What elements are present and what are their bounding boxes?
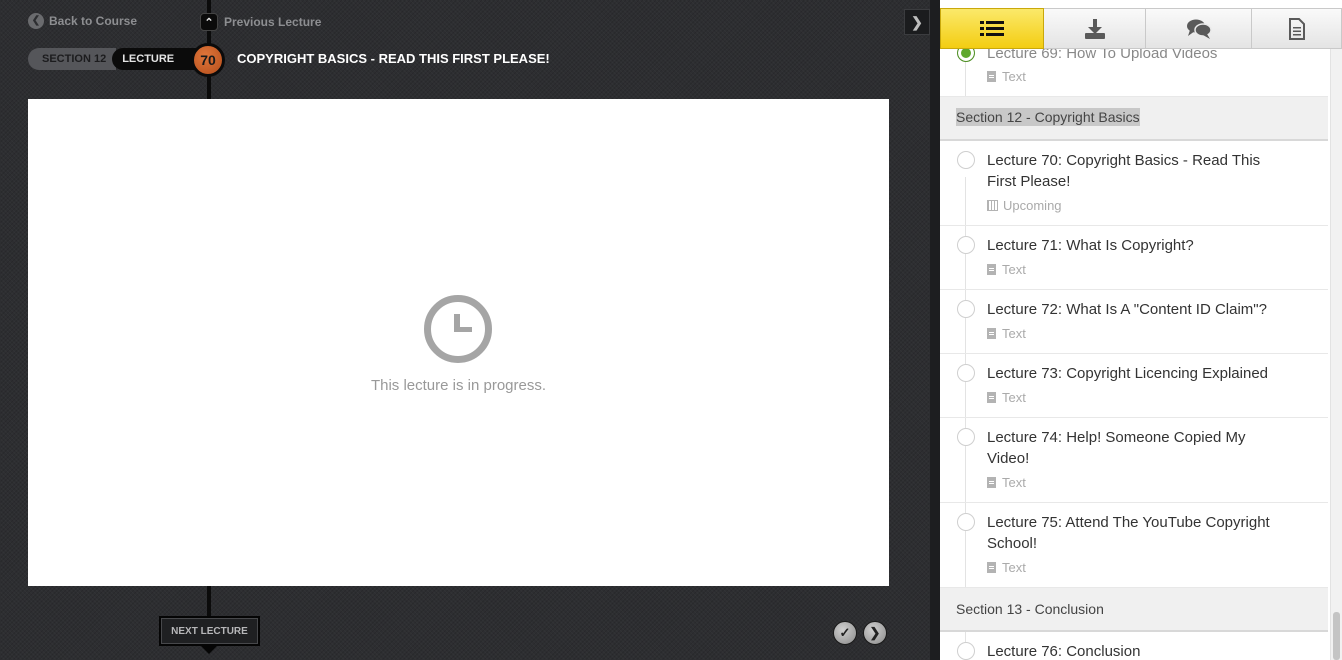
chevron-right-icon: ❯ bbox=[869, 625, 881, 640]
sidebar-scrollbar[interactable] bbox=[1330, 49, 1342, 660]
chevron-left-icon: ❮ bbox=[28, 13, 44, 29]
next-arrow-button[interactable]: ❯ bbox=[863, 621, 887, 645]
lecture-item-title: Lecture 75: Attend The YouTube Copyright… bbox=[987, 514, 1270, 552]
curriculum-sidebar: Lecture 69: How To Upload Videos Text Se… bbox=[940, 0, 1342, 660]
tab-downloads[interactable] bbox=[1044, 8, 1146, 49]
section-badge: SECTION 12 bbox=[28, 48, 117, 70]
timeline-line-bottom bbox=[207, 586, 211, 616]
lecture-item-meta: Text bbox=[987, 390, 1026, 405]
lecture-title: COPYRIGHT BASICS - READ THIS FIRST PLEAS… bbox=[237, 51, 550, 66]
section-header-12: Section 12 - Copyright Basics bbox=[940, 97, 1328, 141]
list-item[interactable]: Lecture 73: Copyright Licencing Explaine… bbox=[940, 354, 1328, 418]
section-title: Section 13 - Conclusion bbox=[956, 601, 1104, 617]
lecture-item-meta: Text bbox=[987, 560, 1026, 575]
sidebar-gutter bbox=[930, 0, 940, 660]
status-dot-icon bbox=[957, 642, 975, 660]
lecture-item-meta: Text bbox=[987, 69, 1026, 84]
lecture-item-title: Lecture 74: Help! Someone Copied My Vide… bbox=[987, 429, 1246, 467]
list-item[interactable]: Lecture 72: What Is A "Content ID Claim"… bbox=[940, 290, 1328, 354]
lecture-item-title: Lecture 73: Copyright Licencing Explaine… bbox=[987, 365, 1269, 382]
scrollbar-thumb[interactable] bbox=[1333, 612, 1340, 660]
lecture-number-badge: 70 bbox=[191, 43, 225, 77]
lecture-content-panel: This lecture is in progress. bbox=[28, 99, 889, 586]
previous-lecture-link[interactable]: ⌃ Previous Lecture bbox=[200, 13, 321, 31]
sidebar-tabs bbox=[940, 8, 1342, 49]
comments-icon bbox=[1186, 19, 1212, 39]
lecture-item-title: Lecture 70: Copyright Basics - Read This… bbox=[987, 152, 1261, 190]
list-icon bbox=[980, 20, 1004, 36]
list-item[interactable]: Lecture 69: How To Upload Videos Text bbox=[940, 41, 1328, 97]
list-item[interactable]: Lecture 70: Copyright Basics - Read This… bbox=[940, 141, 1328, 226]
lecture-breadcrumb: SECTION 12 LECTURE bbox=[28, 48, 205, 70]
back-to-course-link[interactable]: ❮ Back to Course bbox=[28, 13, 137, 29]
back-to-course-label: Back to Course bbox=[49, 14, 138, 28]
tab-discussions[interactable] bbox=[1146, 8, 1252, 49]
list-item[interactable]: Lecture 74: Help! Someone Copied My Vide… bbox=[940, 418, 1328, 503]
lecture-status-text: This lecture is in progress. bbox=[370, 377, 547, 394]
lecture-item-title: Lecture 71: What Is Copyright? bbox=[987, 237, 1194, 254]
document-icon bbox=[987, 477, 996, 488]
clock-icon bbox=[424, 295, 492, 363]
previous-lecture-label: Previous Lecture bbox=[224, 15, 322, 29]
status-dot-icon bbox=[957, 428, 975, 446]
document-icon bbox=[987, 71, 996, 82]
chevron-right-icon: ❯ bbox=[911, 13, 923, 30]
document-icon bbox=[987, 392, 996, 403]
player-area: ❮ Back to Course ⌃ Previous Lecture SECT… bbox=[0, 0, 930, 660]
lecture-item-meta: Upcoming bbox=[987, 198, 1062, 213]
status-dot-icon bbox=[957, 151, 975, 169]
status-dot-icon bbox=[957, 236, 975, 254]
curriculum-list: Lecture 69: How To Upload Videos Text Se… bbox=[940, 41, 1328, 660]
lecture-item-title: Lecture 72: What Is A "Content ID Claim"… bbox=[987, 301, 1267, 318]
tab-notes[interactable] bbox=[1252, 8, 1342, 49]
tab-curriculum[interactable] bbox=[940, 8, 1044, 49]
notes-icon bbox=[1288, 17, 1305, 40]
document-icon bbox=[987, 328, 996, 339]
status-dot-icon bbox=[957, 364, 975, 382]
lecture-item-title: Lecture 76: Conclusion bbox=[987, 643, 1141, 660]
download-icon bbox=[1084, 18, 1105, 39]
chevron-up-icon: ⌃ bbox=[200, 13, 218, 31]
section-header-13: Section 13 - Conclusion bbox=[940, 588, 1328, 632]
document-icon bbox=[987, 264, 996, 275]
mark-complete-button[interactable]: ✓ bbox=[833, 621, 857, 645]
lecture-item-meta: Text bbox=[987, 475, 1026, 490]
list-item[interactable]: Lecture 71: What Is Copyright? Text bbox=[940, 226, 1328, 290]
timeline-line-mid bbox=[207, 76, 211, 99]
checkmark-icon: ✓ bbox=[839, 625, 851, 640]
collapse-sidebar-button[interactable]: ❯ bbox=[904, 9, 930, 35]
next-lecture-pointer bbox=[201, 646, 217, 654]
document-icon bbox=[987, 562, 996, 573]
lecture-item-meta: Text bbox=[987, 326, 1026, 341]
section-title: Section 12 - Copyright Basics bbox=[956, 108, 1140, 126]
list-item[interactable]: Lecture 76: Conclusion bbox=[940, 632, 1328, 660]
lecture-item-meta: Text bbox=[987, 262, 1026, 277]
calendar-icon bbox=[987, 200, 998, 211]
status-dot-icon bbox=[957, 513, 975, 531]
next-lecture-button[interactable]: NEXT LECTURE bbox=[159, 616, 260, 646]
list-item[interactable]: Lecture 75: Attend The YouTube Copyright… bbox=[940, 503, 1328, 588]
status-dot-icon bbox=[957, 300, 975, 318]
